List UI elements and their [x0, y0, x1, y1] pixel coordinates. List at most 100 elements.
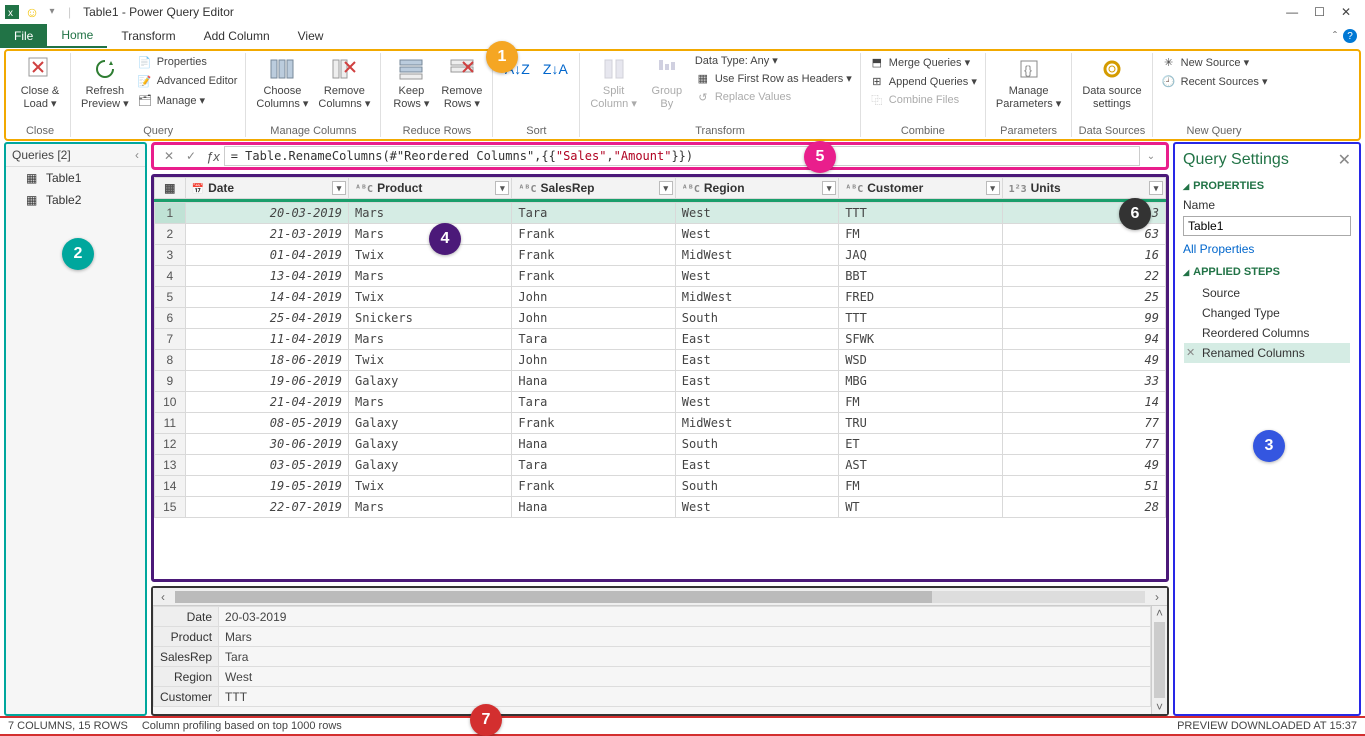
combine-files-button[interactable]: ⿻Combine Files — [867, 91, 979, 109]
data-source-settings-button[interactable]: Data source settings — [1078, 53, 1145, 112]
cell-date[interactable]: 19-05-2019 — [185, 476, 348, 497]
applied-step[interactable]: Changed Type — [1184, 303, 1350, 323]
cell-customer[interactable]: FM — [839, 392, 1002, 413]
applied-step[interactable]: ✕Renamed Columns — [1184, 343, 1350, 363]
group-by-button[interactable]: Group By — [643, 53, 691, 112]
row-number[interactable]: 14 — [155, 476, 186, 497]
cell-units[interactable]: 99 — [1002, 308, 1165, 329]
cell-product[interactable]: Snickers — [349, 308, 512, 329]
choose-columns-button[interactable]: Choose Columns ▾ — [252, 53, 312, 112]
table-row[interactable]: 221-03-2019MarsFrankWestFM63 — [155, 224, 1166, 245]
row-number[interactable]: 11 — [155, 413, 186, 434]
cell-salesrep[interactable]: Hana — [512, 497, 675, 518]
tab-add-column[interactable]: Add Column — [190, 24, 284, 48]
table-row[interactable]: 818-06-2019TwixJohnEastWSD49 — [155, 350, 1166, 371]
cell-units[interactable]: 22 — [1002, 266, 1165, 287]
cell-date[interactable]: 20-03-2019 — [185, 203, 348, 224]
query-item[interactable]: ▦Table1 — [6, 167, 145, 189]
cell-units[interactable]: 25 — [1002, 287, 1165, 308]
collapse-ribbon-icon[interactable]: ˆ — [1333, 29, 1337, 43]
split-column-button[interactable]: Split Column ▾ — [586, 53, 640, 112]
filter-dropdown-icon[interactable]: ▾ — [495, 181, 509, 195]
cell-customer[interactable]: WT — [839, 497, 1002, 518]
cell-product[interactable]: Galaxy — [349, 455, 512, 476]
table-row[interactable]: 413-04-2019MarsFrankWestBBT22 — [155, 266, 1166, 287]
remove-rows-button[interactable]: Remove Rows ▾ — [437, 53, 486, 112]
cell-region[interactable]: MidWest — [675, 287, 838, 308]
cell-product[interactable]: Mars — [349, 203, 512, 224]
cell-customer[interactable]: TRU — [839, 413, 1002, 434]
qat-dropdown-icon[interactable]: ▾ — [44, 4, 60, 20]
filter-dropdown-icon[interactable]: ▾ — [1149, 181, 1163, 195]
cell-date[interactable]: 03-05-2019 — [185, 455, 348, 476]
table-row[interactable]: 1021-04-2019MarsTaraWestFM14 — [155, 392, 1166, 413]
cell-salesrep[interactable]: Frank — [512, 413, 675, 434]
cell-salesrep[interactable]: Tara — [512, 392, 675, 413]
cell-salesrep[interactable]: John — [512, 350, 675, 371]
table-row[interactable]: 301-04-2019TwixFrankMidWestJAQ16 — [155, 245, 1166, 266]
table-row[interactable]: 711-04-2019MarsTaraEastSFWK94 — [155, 329, 1166, 350]
row-number[interactable]: 5 — [155, 287, 186, 308]
column-header[interactable]: ᴬᴮCProduct▾ — [349, 178, 512, 199]
column-header[interactable]: ᴬᴮCSalesRep▾ — [512, 178, 675, 199]
row-number[interactable]: 9 — [155, 371, 186, 392]
cell-units[interactable]: 28 — [1002, 497, 1165, 518]
cell-customer[interactable]: FM — [839, 476, 1002, 497]
detail-hscroll[interactable]: ‹ › — [153, 588, 1167, 606]
recent-sources-button[interactable]: 🕘Recent Sources ▾ — [1159, 72, 1270, 90]
cell-region[interactable]: West — [675, 497, 838, 518]
table-row[interactable]: 1522-07-2019MarsHanaWestWT28 — [155, 497, 1166, 518]
cell-customer[interactable]: TTT — [839, 203, 1002, 224]
merge-queries-button[interactable]: ⬒Merge Queries ▾ — [867, 53, 979, 71]
cell-region[interactable]: West — [675, 266, 838, 287]
cell-region[interactable]: East — [675, 329, 838, 350]
cell-salesrep[interactable]: Frank — [512, 476, 675, 497]
row-number[interactable]: 8 — [155, 350, 186, 371]
cell-region[interactable]: MidWest — [675, 413, 838, 434]
close-settings-icon[interactable]: ✕ — [1338, 150, 1351, 170]
filter-dropdown-icon[interactable]: ▾ — [659, 181, 673, 195]
advanced-editor-button[interactable]: 📝Advanced Editor — [135, 72, 240, 90]
tab-home[interactable]: Home — [47, 24, 107, 48]
minimize-button[interactable]: — — [1286, 5, 1298, 19]
cell-customer[interactable]: SFWK — [839, 329, 1002, 350]
cell-date[interactable]: 21-04-2019 — [185, 392, 348, 413]
applied-steps-heading[interactable]: APPLIED STEPS — [1183, 266, 1351, 278]
help-icon[interactable]: ? — [1343, 29, 1357, 43]
cell-date[interactable]: 18-06-2019 — [185, 350, 348, 371]
cell-product[interactable]: Twix — [349, 287, 512, 308]
refresh-preview-button[interactable]: Refresh Preview ▾ — [77, 53, 133, 112]
cell-units[interactable]: 77 — [1002, 434, 1165, 455]
table-row[interactable]: 625-04-2019SnickersJohnSouthTTT99 — [155, 308, 1166, 329]
cell-units[interactable]: 14 — [1002, 392, 1165, 413]
row-number[interactable]: 12 — [155, 434, 186, 455]
cell-customer[interactable]: AST — [839, 455, 1002, 476]
scroll-up-icon[interactable]: ˄ — [1152, 606, 1167, 620]
scroll-down-icon[interactable]: ˅ — [1152, 700, 1167, 714]
cell-product[interactable]: Galaxy — [349, 434, 512, 455]
table-row[interactable]: 1230-06-2019GalaxyHanaSouthET77 — [155, 434, 1166, 455]
cell-date[interactable]: 01-04-2019 — [185, 245, 348, 266]
cell-salesrep[interactable]: Tara — [512, 203, 675, 224]
cell-date[interactable]: 19-06-2019 — [185, 371, 348, 392]
column-header[interactable]: 1²3Units▾ — [1002, 178, 1165, 199]
column-header[interactable]: ᴬᴮCCustomer▾ — [839, 178, 1002, 199]
row-number[interactable]: 13 — [155, 455, 186, 476]
table-row[interactable]: 1419-05-2019TwixFrankSouthFM51 — [155, 476, 1166, 497]
cell-units[interactable]: 16 — [1002, 245, 1165, 266]
cell-customer[interactable]: ET — [839, 434, 1002, 455]
manage-parameters-button[interactable]: {}Manage Parameters ▾ — [992, 53, 1065, 112]
scroll-left-icon[interactable]: ‹ — [153, 590, 173, 604]
close-and-load-button[interactable]: Close & Load ▾ — [16, 53, 64, 112]
cell-date[interactable]: 11-04-2019 — [185, 329, 348, 350]
properties-button[interactable]: 📄Properties — [135, 53, 240, 71]
row-number[interactable]: 1 — [155, 203, 186, 224]
cell-product[interactable]: Mars — [349, 497, 512, 518]
row-number[interactable]: 2 — [155, 224, 186, 245]
table-row[interactable]: 1303-05-2019GalaxyTaraEastAST49 — [155, 455, 1166, 476]
cell-salesrep[interactable]: Frank — [512, 245, 675, 266]
cell-salesrep[interactable]: Tara — [512, 329, 675, 350]
row-number[interactable]: 10 — [155, 392, 186, 413]
cell-customer[interactable]: FRED — [839, 287, 1002, 308]
data-type-dropdown[interactable]: Data Type: Any ▾ — [693, 53, 854, 68]
